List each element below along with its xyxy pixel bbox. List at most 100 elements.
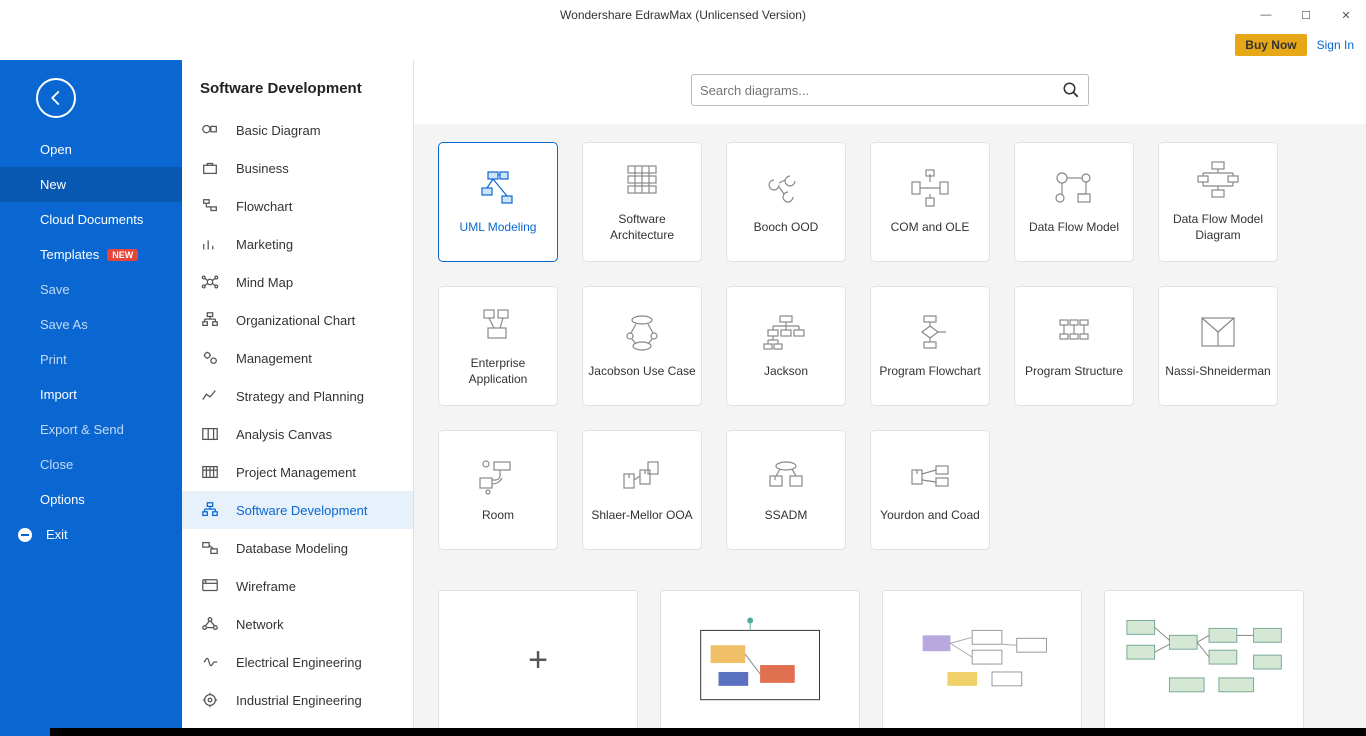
- template-label: COM and OLE: [891, 220, 970, 236]
- example-card-3[interactable]: [1104, 590, 1304, 728]
- category-label: Industrial Engineering: [236, 693, 362, 708]
- template-label: Booch OOD: [754, 220, 819, 236]
- nav-label: Save As: [40, 317, 88, 332]
- category-database-modeling[interactable]: Database Modeling: [182, 529, 413, 567]
- template-jackson[interactable]: Jackson: [726, 286, 846, 406]
- nav-options[interactable]: Options: [0, 482, 182, 517]
- template-enterprise-application[interactable]: Enterprise Application: [438, 286, 558, 406]
- template-icon: [618, 160, 666, 202]
- category-building-plan[interactable]: Building Plan: [182, 719, 413, 728]
- template-program-flowchart[interactable]: Program Flowchart: [870, 286, 990, 406]
- category-network[interactable]: Network: [182, 605, 413, 643]
- template-icon: [906, 168, 954, 210]
- category-label: Database Modeling: [236, 541, 348, 556]
- template-jacobson-use-case[interactable]: Jacobson Use Case: [582, 286, 702, 406]
- example-card-1[interactable]: [660, 590, 860, 728]
- new-blank-card[interactable]: +: [438, 590, 638, 728]
- nav-exit[interactable]: Exit: [0, 517, 182, 552]
- nav-open[interactable]: Open: [0, 132, 182, 167]
- nav-import[interactable]: Import: [0, 377, 182, 412]
- template-data-flow-model-diagram[interactable]: Data Flow Model Diagram: [1158, 142, 1278, 262]
- template-yourdon-and-coad[interactable]: Yourdon and Coad: [870, 430, 990, 550]
- nav-new[interactable]: New: [0, 167, 182, 202]
- exit-icon: [18, 528, 32, 542]
- close-button[interactable]: ✕: [1326, 0, 1366, 30]
- maximize-button[interactable]: ☐: [1286, 0, 1326, 30]
- template-icon: [474, 456, 522, 498]
- template-software-architecture[interactable]: Software Architecture: [582, 142, 702, 262]
- template-ssadm[interactable]: SSADM: [726, 430, 846, 550]
- flowchart-icon: [200, 196, 220, 216]
- nav-label: Cloud Documents: [40, 212, 143, 227]
- category-analysis-canvas[interactable]: Analysis Canvas: [182, 415, 413, 453]
- category-business[interactable]: Business: [182, 149, 413, 187]
- category-label: Flowchart: [236, 199, 292, 214]
- category-project-management[interactable]: Project Management: [182, 453, 413, 491]
- nav-label: Options: [40, 492, 85, 507]
- search-input[interactable]: [700, 83, 1062, 98]
- template-shlaer-mellor-ooa[interactable]: Shlaer-Mellor OOA: [582, 430, 702, 550]
- template-nassi-shneiderman[interactable]: Nassi-Shneiderman: [1158, 286, 1278, 406]
- plus-icon: +: [528, 641, 548, 680]
- category-mind-map[interactable]: Mind Map: [182, 263, 413, 301]
- category-organizational-chart[interactable]: Organizational Chart: [182, 301, 413, 339]
- category-electrical-engineering[interactable]: Electrical Engineering: [182, 643, 413, 681]
- marketing-icon: [200, 234, 220, 254]
- template-icon: [474, 168, 522, 210]
- template-uml-modeling[interactable]: UML Modeling: [438, 142, 558, 262]
- nav-label: Templates: [40, 247, 99, 262]
- category-industrial-engineering[interactable]: Industrial Engineering: [182, 681, 413, 719]
- template-program-structure[interactable]: Program Structure: [1014, 286, 1134, 406]
- template-data-flow-model[interactable]: Data Flow Model: [1014, 142, 1134, 262]
- template-label: UML Modeling: [460, 220, 537, 236]
- category-flowchart[interactable]: Flowchart: [182, 187, 413, 225]
- back-button[interactable]: [36, 78, 76, 118]
- nav-print[interactable]: Print: [0, 342, 182, 377]
- category-basic-diagram[interactable]: Basic Diagram: [182, 111, 413, 149]
- minimize-button[interactable]: —: [1246, 0, 1286, 30]
- content-area: UML Modeling Software Architecture Booch O…: [414, 60, 1366, 728]
- management-icon: [200, 348, 220, 368]
- category-label: Strategy and Planning: [236, 389, 364, 404]
- nav-cloud-documents[interactable]: Cloud Documents: [0, 202, 182, 237]
- template-icon: [762, 312, 810, 354]
- nav-export-&-send[interactable]: Export & Send: [0, 412, 182, 447]
- category-software-development[interactable]: Software Development: [182, 491, 413, 529]
- templates-grid: UML Modeling Software Architecture Booch O…: [438, 142, 1342, 550]
- nav-templates[interactable]: TemplatesNEW: [0, 237, 182, 272]
- software-icon: [200, 500, 220, 520]
- nav-close[interactable]: Close: [0, 447, 182, 482]
- nav-label: Exit: [46, 527, 68, 542]
- category-label: Wireframe: [236, 579, 296, 594]
- category-strategy-and-planning[interactable]: Strategy and Planning: [182, 377, 413, 415]
- nav-save-as[interactable]: Save As: [0, 307, 182, 342]
- basic-icon: [200, 120, 220, 140]
- category-label: Business: [236, 161, 289, 176]
- project-icon: [200, 462, 220, 482]
- category-management[interactable]: Management: [182, 339, 413, 377]
- template-icon: [618, 312, 666, 354]
- template-icon: [906, 312, 954, 354]
- search-box[interactable]: [691, 74, 1089, 106]
- template-label: Jacobson Use Case: [588, 364, 695, 380]
- sidebar: OpenNew Cloud Documents TemplatesNEW Save Sa…: [0, 60, 182, 728]
- topbar: Buy Now Sign In: [0, 30, 1366, 60]
- nav-label: Import: [40, 387, 77, 402]
- template-room[interactable]: Room: [438, 430, 558, 550]
- titlebar: Wondershare EdrawMax (Unlicensed Version…: [0, 0, 1366, 30]
- wireframe-icon: [200, 576, 220, 596]
- example-card-2[interactable]: [882, 590, 1082, 728]
- category-marketing[interactable]: Marketing: [182, 225, 413, 263]
- buy-now-button[interactable]: Buy Now: [1235, 34, 1306, 56]
- template-label: Data Flow Model Diagram: [1163, 212, 1273, 243]
- sign-in-link[interactable]: Sign In: [1317, 38, 1354, 52]
- template-com-and-ole[interactable]: COM and OLE: [870, 142, 990, 262]
- template-label: Program Flowchart: [879, 364, 980, 380]
- category-wireframe[interactable]: Wireframe: [182, 567, 413, 605]
- nav-label: Save: [40, 282, 70, 297]
- category-label: Organizational Chart: [236, 313, 355, 328]
- category-sidebar: Software Development Basic Diagram Busine…: [182, 60, 414, 728]
- nav-save[interactable]: Save: [0, 272, 182, 307]
- template-label: Room: [482, 508, 514, 524]
- template-booch-ood[interactable]: Booch OOD: [726, 142, 846, 262]
